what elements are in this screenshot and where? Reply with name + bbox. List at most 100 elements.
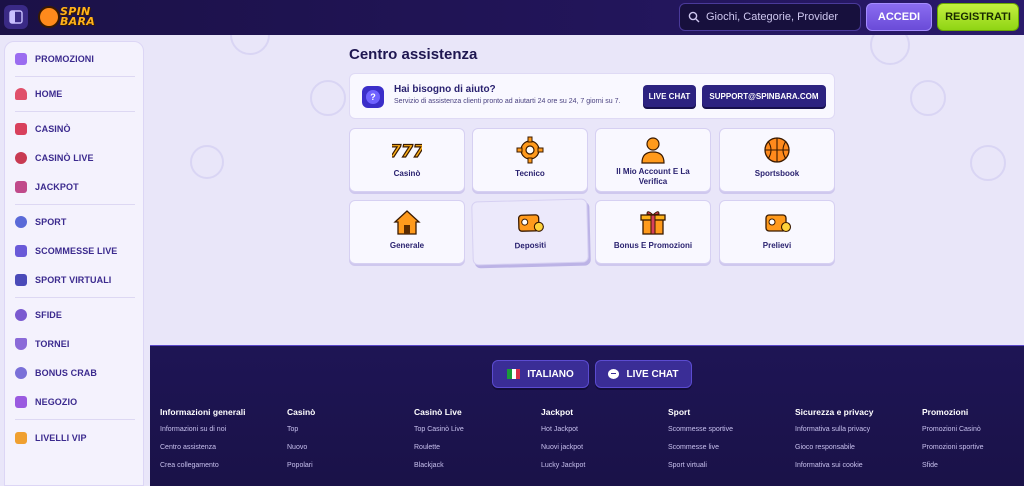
sidebar-item-sport-virtuali[interactable]: SPORT VIRTUALI (15, 269, 135, 291)
footer-link[interactable]: Blackjack (414, 462, 534, 469)
spinbara-logo[interactable]: SPIN BARA (38, 3, 104, 31)
help-card-sportsbook[interactable]: Sportsbook (719, 128, 835, 192)
sidebar-item-label: BONUS CRAB (35, 368, 98, 378)
help-card-label: Bonus E Promozioni (613, 241, 693, 250)
footer-link[interactable]: Scommesse sportive (668, 426, 788, 433)
wallet-out-icon (765, 214, 792, 233)
language-label: ITALIANO (527, 368, 574, 380)
live-chat-button[interactable]: LIVE CHAT (643, 85, 696, 107)
house-icon (393, 210, 421, 235)
sidebar-item-scommesse-live[interactable]: SCOMMESSE LIVE (15, 240, 135, 262)
help-card-account[interactable]: Il Mio Account E La Verifica (595, 128, 711, 192)
trophy-icon (15, 338, 27, 350)
help-card-label: Prelievi (762, 241, 792, 250)
casino-icon (15, 123, 27, 135)
footer-link[interactable]: Popolari (287, 462, 407, 469)
sidebar-item-sfide[interactable]: SFIDE (15, 304, 135, 326)
background-swirl (190, 145, 224, 179)
background-swirl (910, 80, 946, 116)
help-card-generale[interactable]: Generale (349, 200, 465, 264)
footer-link[interactable]: Gioco responsabile (795, 444, 915, 451)
sidebar-item-label: HOME (35, 89, 63, 99)
sidebar-item-bonus-crab[interactable]: BONUS CRAB (15, 362, 135, 384)
logo-text-bottom: BARA (60, 15, 96, 28)
footer-column-heading: Sicurezza e privacy (795, 407, 874, 417)
wallet-in-icon (517, 214, 544, 232)
footer-link[interactable]: Crea collegamento (160, 462, 280, 469)
crab-icon (15, 367, 27, 379)
live-bets-icon (15, 245, 27, 257)
footer-live-chat-button[interactable]: LIVE CHAT (595, 360, 692, 388)
footer-link[interactable]: Roulette (414, 444, 534, 451)
footer-column-heading: Informazioni generali (160, 407, 246, 417)
language-selector-button[interactable]: ITALIANO (492, 360, 589, 388)
footer-link[interactable]: Nuovi jackpot (541, 444, 661, 451)
footer-link[interactable]: Centro assistenza (160, 444, 280, 451)
footer-column-heading: Casinò (287, 407, 316, 417)
sidebar-item-label: SPORT (35, 217, 67, 227)
footer-link[interactable]: Scommesse live (668, 444, 788, 451)
help-card-tecnico[interactable]: Tecnico (472, 128, 588, 192)
sidebar-item-tornei[interactable]: TORNEI (15, 333, 135, 355)
background-swirl (970, 145, 1006, 181)
footer-column-info: Informazioni generali Informazioni su di… (160, 407, 280, 480)
help-card-prelievi[interactable]: Prelievi (719, 200, 835, 264)
footer-link[interactable]: Promozioni Casinò (922, 426, 1022, 433)
help-card-label: Tecnico (515, 169, 545, 178)
footer-link[interactable]: Top Casinò Live (414, 426, 534, 433)
sidebar-item-negozio[interactable]: NEGOZIO (15, 391, 135, 413)
sidebar-nav: PROMOZIONI HOME CASINÒ CASINÒ LIVE JACKP… (4, 41, 144, 486)
sidebar-divider (15, 76, 135, 77)
shop-icon (15, 396, 27, 408)
footer-column-heading: Promozioni (922, 407, 969, 417)
footer-link[interactable]: Informativa sui cookie (795, 462, 915, 469)
search-input[interactable] (706, 11, 856, 23)
login-button[interactable]: ACCEDI (866, 3, 932, 31)
sport-icon (15, 216, 27, 228)
sidebar-item-label: LIVELLI VIP (35, 433, 87, 443)
sidebar-item-sport[interactable]: SPORT (15, 211, 135, 233)
footer-link[interactable]: Sport virtuali (668, 462, 788, 469)
page-title: Centro assistenza (349, 46, 478, 63)
footer-link[interactable]: Sfide (922, 462, 1022, 469)
footer-link[interactable]: Nuovo (287, 444, 407, 451)
live-chat-label: LIVE CHAT (626, 368, 679, 380)
sidebar-item-home[interactable]: HOME (15, 83, 135, 105)
background-swirl (310, 80, 346, 116)
sidebar-item-casino-live[interactable]: CASINÒ LIVE (15, 147, 135, 169)
search-box[interactable] (679, 3, 861, 31)
challenge-icon (15, 309, 27, 321)
support-email-button[interactable]: SUPPORT@SPINBARA.COM (702, 85, 826, 107)
sidebar-item-promozioni[interactable]: PROMOZIONI (15, 48, 135, 70)
question-icon: ? (362, 86, 384, 108)
sidebar-divider (15, 111, 135, 112)
sidebar-item-casino[interactable]: CASINÒ (15, 118, 135, 140)
footer-link[interactable]: Lucky Jackpot (541, 462, 661, 469)
footer-link[interactable]: Informativa sulla privacy (795, 426, 915, 433)
help-card-casino[interactable]: 777 Casinò (349, 128, 465, 192)
sidebar-toggle-button[interactable] (4, 5, 28, 29)
footer-link[interactable]: Informazioni su di noi (160, 426, 280, 433)
sidebar-item-livelli-vip[interactable]: LIVELLI VIP (15, 427, 135, 449)
help-title: Hai bisogno di aiuto? (394, 84, 496, 95)
footer-link[interactable]: Promozioni sportive (922, 444, 1022, 451)
gift-icon (640, 211, 666, 235)
help-card-depositi[interactable]: Depositi (471, 198, 589, 266)
help-card-label: Depositi (514, 240, 547, 251)
sidebar-item-jackpot[interactable]: JACKPOT (15, 176, 135, 198)
help-card-label: Il Mio Account E La Verifica (616, 167, 690, 186)
background-swirl (230, 35, 270, 55)
footer-column-heading: Jackpot (541, 407, 574, 417)
footer-column-casino-live: Casinò Live Top Casinò Live Roulette Bla… (414, 407, 534, 480)
slot-777-icon: 777 (392, 141, 422, 162)
help-card-bonus[interactable]: Bonus E Promozioni (595, 200, 711, 264)
footer-column-jackpot: Jackpot Hot Jackpot Nuovi jackpot Lucky … (541, 407, 661, 480)
crown-icon (15, 432, 27, 444)
footer-link[interactable]: Top (287, 426, 407, 433)
jackpot-icon (15, 181, 27, 193)
footer-column-privacy: Sicurezza e privacy Informativa sulla pr… (795, 407, 915, 480)
footer-link[interactable]: Hot Jackpot (541, 426, 661, 433)
register-button[interactable]: REGISTRATI (937, 3, 1019, 31)
sidebar-toggle-icon (9, 10, 23, 24)
chat-bubble-icon (608, 369, 620, 379)
